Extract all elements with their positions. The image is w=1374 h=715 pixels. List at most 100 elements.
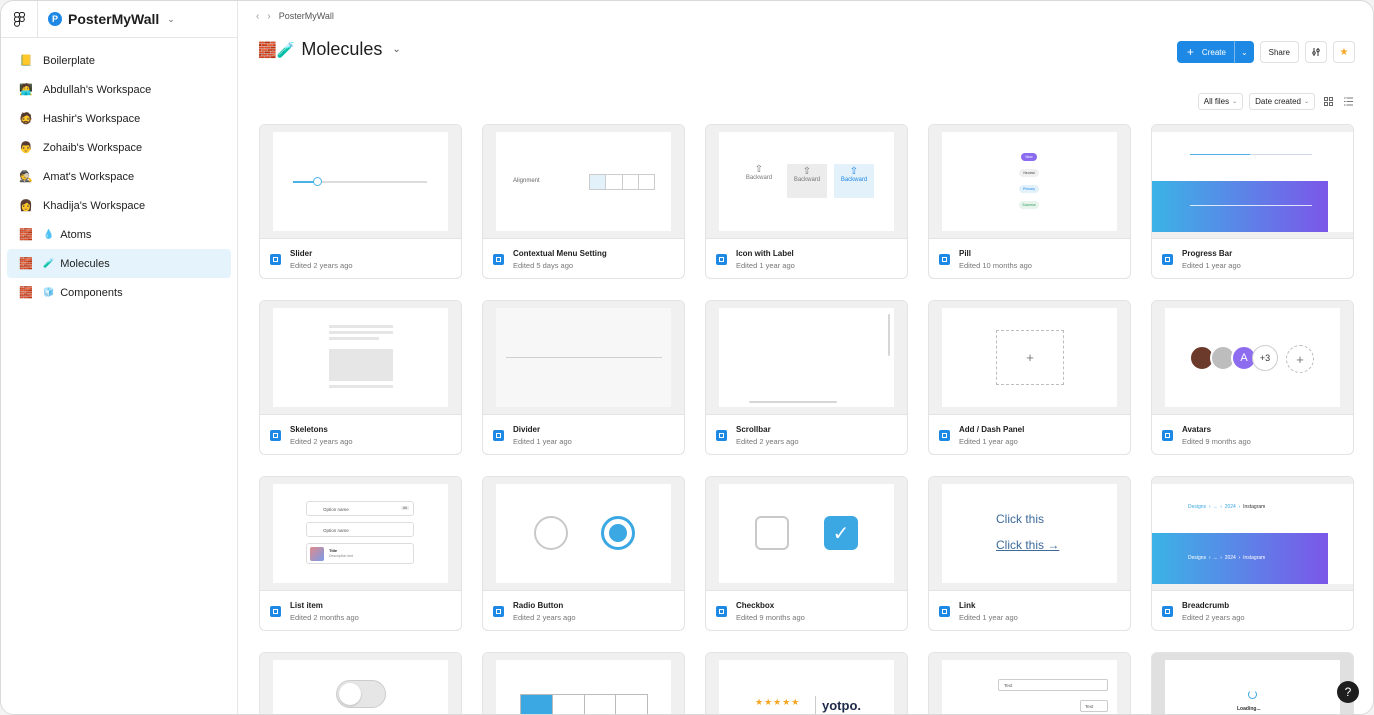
figma-file-icon xyxy=(1162,605,1173,617)
file-card[interactable]: Slider Edited 2 years ago xyxy=(259,124,462,279)
figma-logo-icon[interactable] xyxy=(1,1,38,38)
file-thumbnail xyxy=(706,301,907,415)
file-thumbnail xyxy=(260,653,461,714)
file-thumbnail xyxy=(260,301,461,415)
file-card[interactable]: New Neutral Primary Success Pill Edited 1… xyxy=(928,124,1131,279)
file-edited: Edited 1 year ago xyxy=(959,436,1018,446)
bricks-test-tube-icon: 🧱🧪 xyxy=(258,41,296,59)
file-name: Progress Bar xyxy=(1182,248,1233,258)
sidebar-header: P PosterMyWall ⌄ xyxy=(1,1,237,38)
grid-view-icon[interactable] xyxy=(1321,95,1335,109)
file-card[interactable]: Progress Bar Edited 1 year ago xyxy=(1151,124,1354,279)
chevron-down-icon[interactable]: ⌄ xyxy=(392,44,400,55)
chevron-down-icon[interactable]: ⌄ xyxy=(1233,41,1254,63)
file-card[interactable]: ✓ Checkbox Edited 9 months ago xyxy=(705,476,908,631)
figma-file-icon xyxy=(939,253,950,265)
sort-filter-label: Date created xyxy=(1255,97,1301,106)
file-thumbnail: ★★★★★ yotpo. xyxy=(706,653,907,714)
breadcrumb-item[interactable]: PosterMyWall xyxy=(279,11,334,21)
file-name: Skeletons xyxy=(290,424,328,434)
file-edited: Edited 1 year ago xyxy=(736,260,795,270)
file-card[interactable] xyxy=(482,652,685,714)
sidebar-item-components[interactable]: 🧱 🧊 Components xyxy=(7,278,231,307)
sidebar-item-amat[interactable]: 🕵️ Amat's Workspace xyxy=(7,162,231,191)
file-card[interactable]: Divider Edited 1 year ago xyxy=(482,300,685,455)
forward-arrow-icon[interactable]: › xyxy=(267,11,270,22)
sidebar-item-atoms[interactable]: 🧱 💧 Atoms xyxy=(7,220,231,249)
figma-file-icon xyxy=(716,253,727,265)
breadcrumb: ‹ › PosterMyWall xyxy=(238,1,1373,31)
favorite-star-icon[interactable]: ★ xyxy=(1333,41,1355,63)
file-name: Breadcrumb xyxy=(1182,600,1230,610)
help-button[interactable]: ? xyxy=(1337,681,1359,703)
share-button[interactable]: Share xyxy=(1259,41,1299,63)
file-card[interactable]: ★★★★★ yotpo. xyxy=(705,652,908,714)
file-edited: Edited 9 months ago xyxy=(736,612,805,622)
yotpo-logo: yotpo. xyxy=(822,698,861,713)
sidebar-item-abdullah[interactable]: 🧑‍💻 Abdullah's Workspace xyxy=(7,75,231,104)
sidebar-item-label: Boilerplate xyxy=(43,54,95,67)
sidebar-item-label: Components xyxy=(60,286,123,299)
file-thumbnail xyxy=(483,653,684,714)
file-card[interactable] xyxy=(259,652,462,714)
sidebar-item-molecules[interactable]: 🧱 🧪 Molecules xyxy=(7,249,231,278)
thumb-text: Alignment xyxy=(513,178,540,184)
file-card[interactable]: ⇧ Backward ⇧ Backward ⇧ Backward Icon with … xyxy=(705,124,908,279)
sort-filter[interactable]: Date created ⌄ xyxy=(1249,93,1315,110)
figma-file-icon xyxy=(939,429,950,441)
file-card[interactable]: Designs › ... › 2024 › Instagram Designs… xyxy=(1151,476,1354,631)
ice-cube-icon: 🧊 xyxy=(43,287,55,297)
file-card[interactable]: Loading... xyxy=(1151,652,1354,714)
toolbar-actions: + Create ⌄ Share ★ xyxy=(1176,41,1355,63)
file-card[interactable]: A +3 + Avatars Edited 9 months ago xyxy=(1151,300,1354,455)
droplet-icon: 💧 xyxy=(43,229,55,239)
file-name: Checkbox xyxy=(736,600,775,610)
file-thumbnail: Designs › ... › 2024 › Instagram Designs… xyxy=(1152,477,1353,591)
sidebar-item-boilerplate[interactable]: 📒 Boilerplate xyxy=(7,46,231,75)
file-edited: Edited 2 years ago xyxy=(513,612,576,622)
sidebar-item-khadija[interactable]: 👩 Khadija's Workspace xyxy=(7,191,231,220)
figma-file-icon xyxy=(493,605,504,617)
file-card[interactable]: + Add / Dash Panel Edited 1 year ago xyxy=(928,300,1131,455)
team-name: PosterMyWall xyxy=(68,11,160,27)
sidebar-item-label: Molecules xyxy=(60,257,110,270)
list-view-icon[interactable] xyxy=(1341,95,1355,109)
file-thumbnail: New Neutral Primary Success xyxy=(929,125,1130,239)
page-header: 🧱🧪 Molecules ⌄ xyxy=(258,39,401,60)
file-thumbnail: + xyxy=(929,301,1130,415)
file-card[interactable]: Skeletons Edited 2 years ago xyxy=(259,300,462,455)
file-edited: Edited 9 months ago xyxy=(1182,436,1251,446)
rating-stars-icon: ★★★★★ xyxy=(755,697,801,707)
sidebar-item-label: Khadija's Workspace xyxy=(43,199,146,212)
file-card[interactable]: Option name Alt Option name Title Descrip… xyxy=(259,476,462,631)
file-card[interactable]: Click this Click this → Link Edited 1 yea… xyxy=(928,476,1131,631)
file-edited: Edited 2 years ago xyxy=(736,436,799,446)
figma-file-icon xyxy=(716,429,727,441)
back-arrow-icon[interactable]: ‹ xyxy=(256,11,259,22)
file-name: Add / Dash Panel xyxy=(959,424,1025,434)
notebook-icon: 📒 xyxy=(19,55,33,67)
sidebar-item-label: Zohaib's Workspace xyxy=(43,141,143,154)
file-grid: Slider Edited 2 years ago Alignment Conte… xyxy=(259,124,1354,714)
file-card[interactable]: Scrollbar Edited 2 years ago xyxy=(705,300,908,455)
team-switcher[interactable]: P PosterMyWall ⌄ xyxy=(48,11,175,27)
scope-filter[interactable]: All files ⌄ xyxy=(1197,93,1244,110)
bricks-icon: 🧱 xyxy=(19,287,33,299)
create-button[interactable]: + Create ⌄ xyxy=(1176,41,1254,63)
sidebar-item-zohaib[interactable]: 👨 Zohaib's Workspace xyxy=(7,133,231,162)
avatar-more: +3 xyxy=(1252,345,1278,371)
team-badge-icon: P xyxy=(48,12,62,26)
settings-sliders-icon[interactable] xyxy=(1305,41,1327,63)
bricks-icon: 🧱 xyxy=(19,229,33,241)
file-edited: Edited 1 year ago xyxy=(513,436,572,446)
file-card[interactable]: Text Text xyxy=(928,652,1131,714)
file-edited: Edited 2 years ago xyxy=(1182,612,1245,622)
file-thumbnail: Alignment xyxy=(483,125,684,239)
file-name: Contextual Menu Setting xyxy=(513,248,607,258)
chevron-down-icon: ⌄ xyxy=(1232,99,1238,105)
file-card[interactable]: Radio Button Edited 2 years ago xyxy=(482,476,685,631)
plus-icon: + xyxy=(1286,345,1314,373)
file-card[interactable]: Alignment Contextual Menu Setting Edited … xyxy=(482,124,685,279)
sidebar-item-hashir[interactable]: 🧔 Hashir's Workspace xyxy=(7,104,231,133)
file-thumbnail xyxy=(483,477,684,591)
